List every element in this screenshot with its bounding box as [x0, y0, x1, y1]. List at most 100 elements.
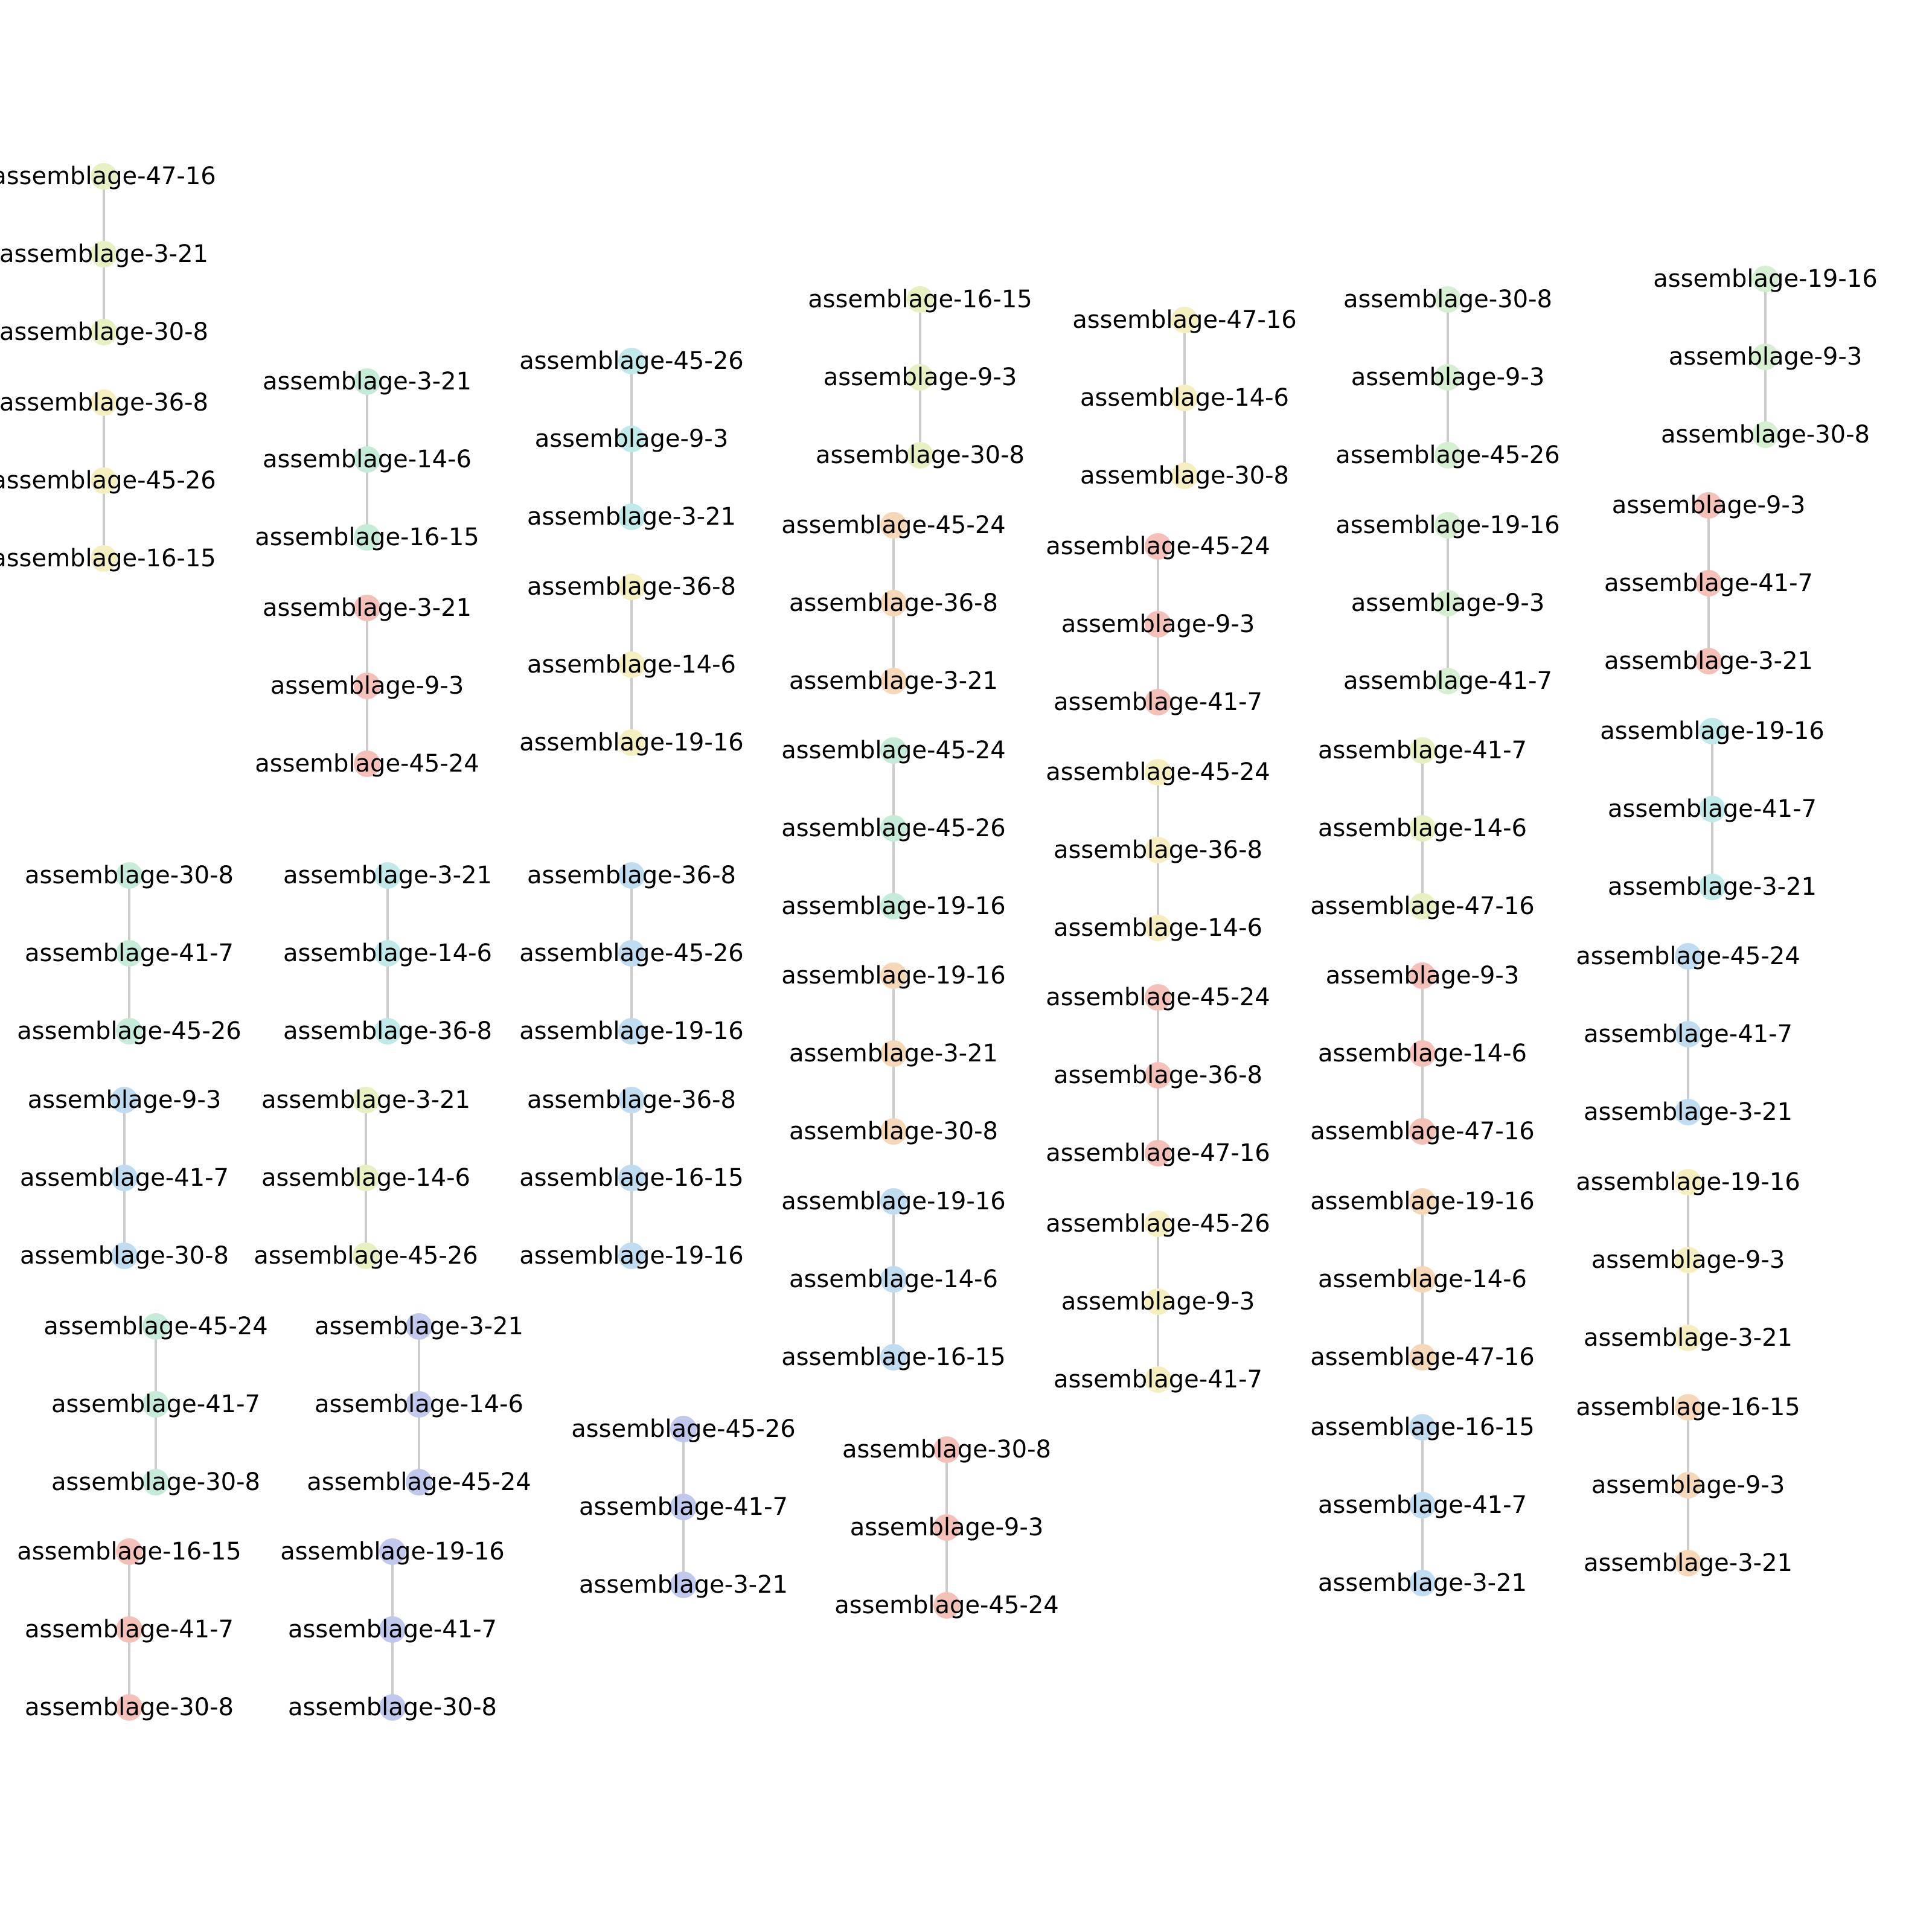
node-label: assemblage-3-21 — [1604, 647, 1813, 675]
node-label: assemblage-9-3 — [535, 425, 729, 453]
node-label: assemblage-9-3 — [1061, 1288, 1255, 1316]
node-label: assemblage-41-7 — [1343, 667, 1552, 695]
node-label: assemblage-3-21 — [1584, 1324, 1793, 1352]
node-label: assemblage-14-6 — [283, 939, 492, 967]
node-label: assemblage-45-24 — [43, 1313, 267, 1340]
node-label: assemblage-36-8 — [0, 389, 208, 417]
node-label: assemblage-30-8 — [1080, 462, 1289, 490]
node-label: assemblage-36-8 — [527, 862, 736, 889]
node-label: assemblage-14-6 — [527, 651, 736, 679]
node-label: assemblage-19-16 — [519, 729, 743, 756]
node-label: assemblage-45-24 — [1046, 984, 1270, 1011]
node-label: assemblage-3-21 — [789, 667, 998, 695]
node-label: assemblage-19-16 — [1335, 511, 1559, 539]
node-label: assemblage-36-8 — [527, 573, 736, 601]
node-label: assemblage-9-3 — [1612, 491, 1806, 519]
node-label: assemblage-41-7 — [1608, 795, 1817, 823]
node-label: assemblage-16-15 — [808, 286, 1032, 313]
node-label: assemblage-3-21 — [579, 1571, 788, 1599]
node-label: assemblage-45-26 — [519, 347, 743, 375]
node-label: assemblage-16-15 — [1576, 1393, 1800, 1421]
node-label: assemblage-3-21 — [263, 594, 472, 622]
node-label: assemblage-14-6 — [263, 446, 472, 473]
node-label: assemblage-45-26 — [1335, 441, 1559, 469]
node-label: assemblage-9-3 — [1669, 343, 1863, 371]
node-label: assemblage-14-6 — [1318, 1265, 1527, 1293]
node-label: assemblage-14-6 — [789, 1265, 998, 1293]
node-label: assemblage-36-8 — [1054, 1061, 1262, 1089]
node-label: assemblage-19-16 — [280, 1538, 504, 1566]
node-label: assemblage-9-3 — [1591, 1246, 1785, 1274]
node-label: assemblage-14-6 — [315, 1390, 523, 1418]
node-label: assemblage-3-21 — [263, 368, 472, 395]
node-label: assemblage-19-16 — [781, 892, 1005, 920]
node-label: assemblage-9-3 — [1061, 610, 1255, 638]
node-label: assemblage-30-8 — [842, 1436, 1051, 1463]
node-label: assemblage-41-7 — [1054, 688, 1262, 716]
node-label: assemblage-41-7 — [1318, 737, 1527, 764]
node-label: assemblage-9-3 — [270, 672, 464, 700]
node-label: assemblage-19-16 — [519, 1242, 743, 1270]
node-label: assemblage-41-7 — [51, 1390, 260, 1418]
node-label: assemblage-9-3 — [850, 1514, 1044, 1541]
node-label: assemblage-3-21 — [283, 862, 492, 889]
node-label: assemblage-36-8 — [789, 589, 998, 617]
node-label: assemblage-41-7 — [579, 1493, 788, 1521]
node-label: assemblage-47-16 — [1310, 892, 1534, 920]
node-label: assemblage-41-7 — [25, 939, 234, 967]
node-label: assemblage-16-15 — [255, 523, 479, 551]
node-label: assemblage-30-8 — [1661, 421, 1870, 449]
node-label: assemblage-45-26 — [781, 814, 1005, 842]
node-label: assemblage-16-15 — [1310, 1413, 1534, 1441]
node-label: assemblage-16-15 — [519, 1164, 743, 1192]
node-label: assemblage-36-8 — [1054, 836, 1262, 864]
node-label: assemblage-14-6 — [1318, 1040, 1527, 1067]
node-label: assemblage-45-24 — [307, 1468, 531, 1496]
node-label: assemblage-41-7 — [1054, 1366, 1262, 1393]
node-label: assemblage-36-8 — [283, 1017, 492, 1045]
node-label: assemblage-30-8 — [789, 1118, 998, 1145]
node-label: assemblage-41-7 — [288, 1616, 497, 1643]
node-label: assemblage-45-24 — [255, 750, 479, 778]
node-label: assemblage-30-8 — [25, 862, 234, 889]
node-label: assemblage-3-21 — [1584, 1549, 1793, 1577]
node-label: assemblage-19-16 — [1576, 1168, 1800, 1196]
node-label: assemblage-30-8 — [1343, 286, 1552, 313]
node-label: assemblage-30-8 — [816, 441, 1025, 469]
node-label: assemblage-3-21 — [527, 503, 736, 531]
node-label: assemblage-45-26 — [571, 1415, 795, 1443]
node-label: assemblage-19-16 — [519, 1017, 743, 1045]
node-label: assemblage-9-3 — [824, 363, 1017, 391]
node-label: assemblage-45-24 — [1576, 942, 1800, 970]
node-label: assemblage-3-21 — [1608, 873, 1817, 901]
node-label: assemblage-14-6 — [1080, 384, 1289, 412]
node-label: assemblage-36-8 — [527, 1086, 736, 1114]
node-label: assemblage-41-7 — [1584, 1020, 1793, 1048]
node-label: assemblage-14-6 — [261, 1164, 470, 1192]
node-label: assemblage-45-24 — [834, 1591, 1058, 1619]
node-label: assemblage-19-16 — [781, 962, 1005, 990]
node-label: assemblage-45-26 — [1046, 1210, 1270, 1238]
node-label: assemblage-16-15 — [781, 1343, 1005, 1371]
node-label: assemblage-47-16 — [1310, 1343, 1534, 1371]
node-label: assemblage-45-24 — [1046, 533, 1270, 560]
node-label: assemblage-3-21 — [315, 1313, 523, 1340]
node-label: assemblage-41-7 — [20, 1164, 229, 1192]
labels-layer: assemblage-47-16 assemblage-3-21 assemblag… — [0, 162, 1878, 1721]
node-label: assemblage-30-8 — [51, 1468, 260, 1496]
node-label: assemblage-19-16 — [1310, 1188, 1534, 1215]
node-label: assemblage-45-24 — [781, 511, 1005, 539]
node-label: assemblage-45-24 — [1046, 758, 1270, 786]
node-label: assemblage-14-6 — [1318, 814, 1527, 842]
node-label: assemblage-47-16 — [0, 162, 216, 190]
node-label: assemblage-45-26 — [519, 939, 743, 967]
node-label: assemblage-9-3 — [28, 1086, 222, 1114]
node-label: assemblage-3-21 — [789, 1040, 998, 1067]
node-label: assemblage-19-16 — [1600, 717, 1824, 745]
node-label: assemblage-16-15 — [0, 545, 216, 572]
node-label: assemblage-19-16 — [1653, 265, 1877, 293]
node-label: assemblage-19-16 — [781, 1188, 1005, 1215]
node-label: assemblage-30-8 — [25, 1694, 234, 1721]
assemblage-network-diagram: assemblage-47-16 assemblage-3-21 assemblag… — [0, 162, 1878, 1721]
node-label: assemblage-9-3 — [1326, 962, 1520, 990]
